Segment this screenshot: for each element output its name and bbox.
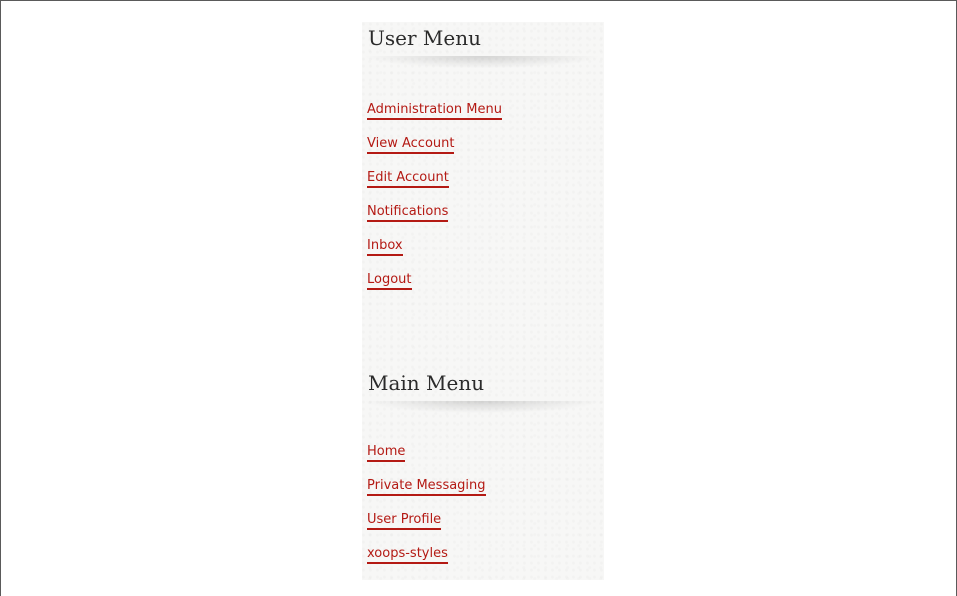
main-menu-item-home: Home [367,441,486,475]
user-menu-item-logout: Logout [367,269,502,303]
main-menu-item-xoops-styles: xoops-styles [367,543,486,577]
user-menu-item-edit-account: Edit Account [367,167,502,201]
user-menu-list: Administration Menu View Account Edit Ac… [367,99,502,303]
notifications-link[interactable]: Notifications [367,204,449,222]
main-menu-list: Home Private Messaging User Profile xoop… [367,441,486,577]
window-border-top [0,0,957,1]
main-menu-item-user-profile: User Profile [367,509,486,543]
user-menu-item-administration-menu: Administration Menu [367,99,502,133]
user-menu-item-notifications: Notifications [367,201,502,235]
home-link[interactable]: Home [367,444,406,462]
user-menu-title: User Menu [368,26,481,50]
xoops-styles-link[interactable]: xoops-styles [367,546,448,564]
edit-account-link[interactable]: Edit Account [367,170,449,188]
window-border-left [0,0,1,596]
main-menu-title-divider [366,401,598,413]
user-menu-item-view-account: View Account [367,133,502,167]
administration-menu-link[interactable]: Administration Menu [367,102,502,120]
sidebar: User Menu Administration Menu View Accou… [362,22,604,580]
view-account-link[interactable]: View Account [367,136,455,154]
main-menu-title: Main Menu [368,371,485,395]
user-profile-link[interactable]: User Profile [367,512,442,530]
logout-link[interactable]: Logout [367,272,412,290]
private-messaging-link[interactable]: Private Messaging [367,478,486,496]
user-menu-title-divider [366,56,598,68]
user-menu-item-inbox: Inbox [367,235,502,269]
main-menu-item-private-messaging: Private Messaging [367,475,486,509]
inbox-link[interactable]: Inbox [367,238,403,256]
